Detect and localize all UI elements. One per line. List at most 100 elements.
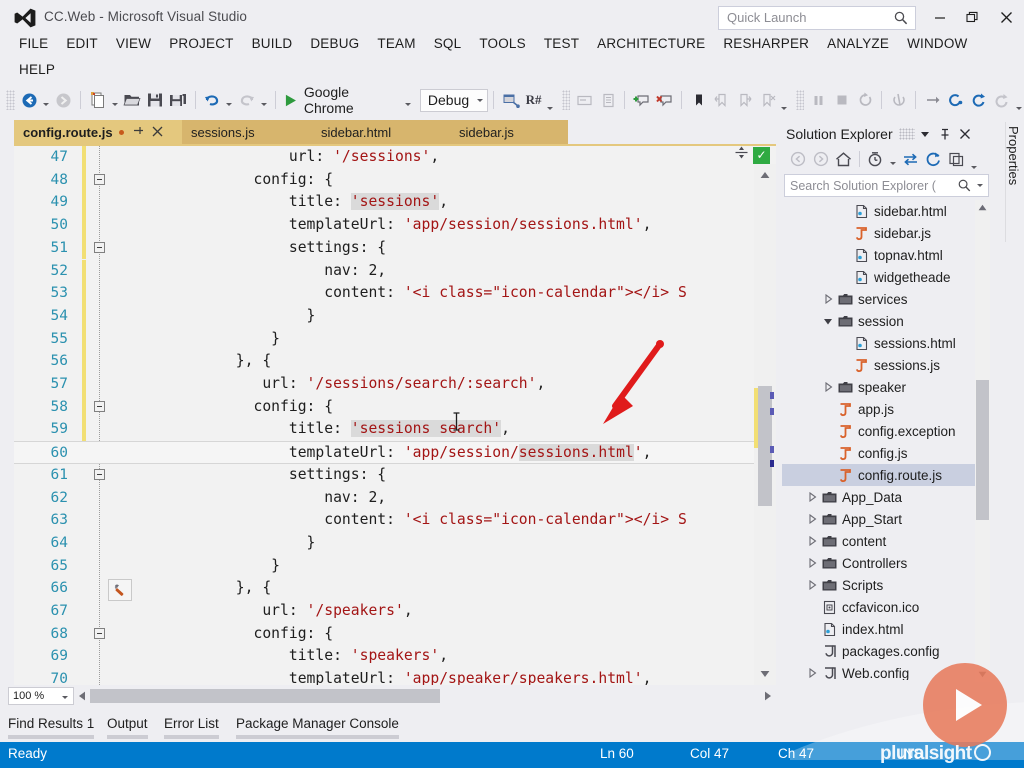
add-bookmark-icon[interactable] (630, 88, 653, 112)
new-item-dropdown[interactable] (109, 88, 121, 112)
quick-actions-wrench-icon[interactable] (108, 579, 132, 601)
bottom-tab-output[interactable]: Output (107, 712, 148, 734)
tree-item-widgetheade[interactable]: widgetheade (782, 266, 988, 288)
scroll-left-arrow-icon[interactable] (74, 691, 90, 701)
close-icon[interactable] (955, 124, 975, 144)
code-line[interactable]: 47 url: '/sessions', (14, 146, 754, 169)
close-button[interactable] (992, 6, 1020, 28)
menu-file[interactable]: FILE (10, 32, 57, 55)
menu-team[interactable]: TEAM (368, 32, 424, 55)
split-view-icon[interactable] (735, 146, 748, 164)
code-line[interactable]: 48 config: { (14, 168, 754, 192)
remove-bookmark-icon[interactable] (653, 88, 676, 112)
search-solution-explorer-input[interactable]: Search Solution Explorer ( (784, 174, 989, 197)
minimize-button[interactable] (926, 6, 954, 28)
menu-debug[interactable]: DEBUG (301, 32, 368, 55)
code-line[interactable]: 56 }, { (14, 350, 754, 373)
code-line[interactable]: 49 title: 'sessions', (14, 191, 754, 215)
refresh-icon[interactable] (922, 148, 945, 170)
code-text-area[interactable]: 47 url: '/sessions', 48 config: {49 title… (14, 146, 754, 685)
chevron-down-icon[interactable] (820, 317, 836, 326)
code-line[interactable]: 58 config: { (14, 395, 754, 419)
solution-explorer-scrollbar[interactable] (975, 200, 990, 682)
scroll-right-arrow-icon[interactable] (760, 691, 776, 701)
outlining-collapse-icon[interactable] (94, 468, 105, 480)
menu-resharper[interactable]: RESHARPER (714, 32, 818, 55)
tree-item-scripts[interactable]: Scripts (782, 574, 988, 596)
search-icon[interactable] (957, 178, 972, 198)
play-overlay-button[interactable] (923, 663, 1007, 747)
code-line[interactable]: 64 } (14, 532, 754, 555)
solution-tree[interactable]: sidebar.html sidebar.js topnav.html widgeth… (782, 200, 988, 680)
pending-changes-icon[interactable] (864, 148, 887, 170)
code-line[interactable]: 60 templateUrl: 'app/session/sessions.ht… (14, 441, 754, 464)
step-over-icon[interactable] (967, 88, 990, 112)
code-line[interactable]: 59 title: 'sessions search', (14, 418, 754, 442)
scroll-up-arrow-icon[interactable] (754, 166, 776, 184)
menu-help[interactable]: HELP (10, 58, 64, 81)
zoom-level-combo[interactable]: 100 % (8, 687, 74, 705)
menu-project[interactable]: PROJECT (160, 32, 242, 55)
resharper-marker[interactable] (770, 460, 774, 467)
chevron-right-icon[interactable] (804, 580, 820, 590)
save-all-icon[interactable] (167, 88, 190, 112)
menu-edit[interactable]: EDIT (57, 32, 107, 55)
code-line[interactable]: 57 url: '/sessions/search/:search', (14, 373, 754, 396)
outlining-collapse-icon[interactable] (94, 173, 105, 185)
tree-item-sessions-html[interactable]: sessions.html (782, 332, 988, 354)
resharper-marker[interactable] (770, 392, 774, 399)
search-icon[interactable] (893, 10, 909, 31)
bookmark-icon[interactable] (687, 88, 710, 112)
tree-item-session[interactable]: session (782, 310, 988, 332)
code-line[interactable]: 68 config: { (14, 623, 754, 646)
tree-item-config-js[interactable]: config.js (782, 442, 988, 464)
solution-configuration-combo[interactable]: Debug (419, 88, 489, 112)
menu-tools[interactable]: TOOLS (470, 32, 535, 55)
document-tab-config-route-js[interactable]: config.route.js (14, 120, 182, 144)
code-line[interactable]: 55 } (14, 327, 754, 351)
code-line[interactable]: 63 content: '<i class="icon-calendar"></… (14, 509, 754, 532)
tree-item-index-html[interactable]: index.html (782, 618, 988, 640)
code-line[interactable]: 65 } (14, 555, 754, 578)
resharper-status-ok-icon[interactable]: ✓ (753, 146, 770, 164)
toolbar-overflow-icon[interactable] (545, 87, 556, 113)
code-line[interactable]: 69 title: 'speakers', (14, 645, 754, 668)
chevron-down-icon[interactable] (915, 124, 935, 144)
tree-item-sidebar-html[interactable]: sidebar.html (782, 200, 988, 222)
code-line[interactable]: 62 nav: 2, (14, 487, 754, 510)
toolbar-overflow-icon[interactable] (779, 87, 790, 113)
sync-with-active-document-icon[interactable] (899, 148, 922, 170)
scroll-up-arrow-icon[interactable] (975, 200, 990, 215)
code-line[interactable]: 61 settings: { (14, 464, 754, 487)
code-line[interactable]: 53 content: '<i class="icon-calendar"></… (14, 282, 754, 305)
collapse-all-icon[interactable] (945, 148, 968, 170)
start-debugging-dropdown[interactable] (402, 88, 414, 112)
tree-item-speaker[interactable]: speaker (782, 376, 988, 398)
code-line[interactable]: 50 templateUrl: 'app/session/sessions.ht… (14, 214, 754, 237)
document-tab-sidebar-html[interactable]: sidebar.html (312, 120, 450, 144)
menu-analyze[interactable]: ANALYZE (818, 32, 898, 55)
code-editor[interactable]: 47 url: '/sessions', 48 config: {49 title… (14, 144, 776, 685)
chevron-down-icon[interactable] (977, 184, 983, 187)
navigate-back-dropdown[interactable] (41, 88, 53, 112)
toolbar-grip[interactable] (561, 90, 571, 110)
undo-icon[interactable] (201, 88, 224, 112)
tree-item-sidebar-js[interactable]: sidebar.js (782, 222, 988, 244)
bottom-tab-package-manager-console[interactable]: Package Manager Console (236, 712, 399, 734)
horizontal-scrollbar-track[interactable] (90, 689, 760, 703)
start-debugging-button[interactable]: Google Chrome (280, 84, 402, 116)
chevron-right-icon[interactable] (804, 668, 820, 678)
tree-item-ccfavicon-ico[interactable]: ccfavicon.ico (782, 596, 988, 618)
scrollbar-thumb[interactable] (976, 380, 989, 520)
editor-vertical-scrollbar[interactable] (754, 164, 776, 685)
tree-item-packages-config[interactable]: packages.config (782, 640, 988, 662)
bottom-tab-error-list[interactable]: Error List (164, 712, 219, 734)
new-item-icon[interactable] (86, 88, 109, 112)
tree-item-app-data[interactable]: App_Data (782, 486, 988, 508)
toolbar-overflow-icon[interactable] (1013, 87, 1024, 113)
code-line[interactable]: 70 templateUrl: 'app/speaker/speakers.ht… (14, 668, 754, 685)
scroll-down-arrow-icon[interactable] (754, 665, 776, 683)
toolbar-grip[interactable] (795, 90, 805, 110)
tree-item-config-exception[interactable]: config.exception (782, 420, 988, 442)
horizontal-scrollbar-thumb[interactable] (90, 689, 440, 703)
